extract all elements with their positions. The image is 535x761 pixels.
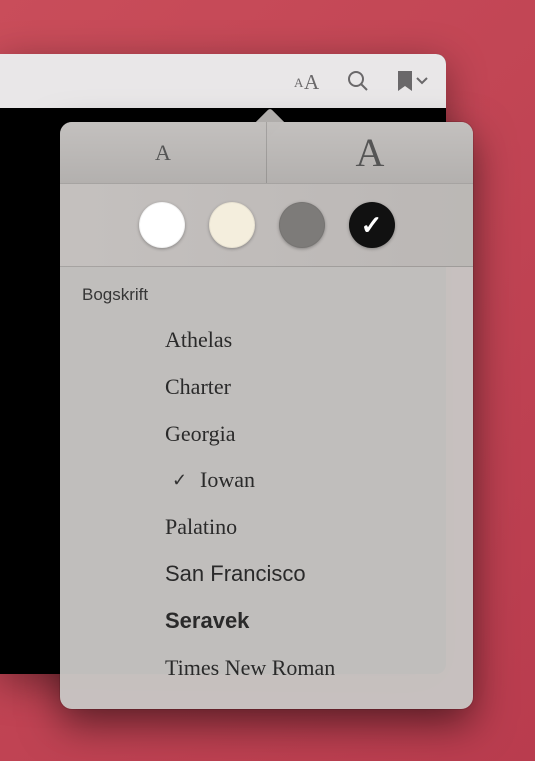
theme-swatch-white[interactable] [139,202,185,248]
appearance-popover: A A Bogskrift Athelas Charter Georgia ✓ Iowa… [60,122,473,709]
font-label: Georgia [165,419,235,450]
font-label: Palatino [165,512,237,543]
increase-text-size-button[interactable]: A [267,122,473,183]
font-item-times-new-roman[interactable]: Times New Roman [60,645,473,692]
appearance-icon[interactable]: A A [290,69,322,93]
decrease-text-size-button[interactable]: A [60,122,267,183]
font-item-charter[interactable]: Charter [60,364,473,411]
svg-text:A: A [294,75,304,90]
increase-text-label: A [356,129,385,176]
font-item-san-francisco[interactable]: San Francisco [60,551,473,598]
font-label: Athelas [165,325,232,356]
font-label: Seravek [165,606,249,637]
theme-swatch-gray[interactable] [279,202,325,248]
font-label: San Francisco [165,559,306,590]
theme-swatch-sepia[interactable] [209,202,255,248]
font-item-georgia[interactable]: Georgia [60,411,473,458]
search-icon[interactable] [346,69,370,93]
bookmark-icon[interactable] [394,69,428,93]
theme-row [60,184,473,267]
font-item-athelas[interactable]: Athelas [60,317,473,364]
font-header: Bogskrift [60,281,473,317]
font-item-seravek[interactable]: Seravek [60,598,473,645]
font-label: Iowan [200,465,255,496]
font-item-palatino[interactable]: Palatino [60,504,473,551]
font-section: Bogskrift Athelas Charter Georgia ✓ Iowan Pal… [60,267,473,709]
font-list: Athelas Charter Georgia ✓ Iowan Palatino San F… [60,317,473,691]
theme-swatch-black[interactable] [349,202,395,248]
decrease-text-label: A [155,140,171,166]
font-label: Charter [165,372,231,403]
text-size-row: A A [60,122,473,184]
titlebar: A A [0,54,446,108]
checkmark-icon: ✓ [172,468,187,493]
font-item-iowan[interactable]: ✓ Iowan [60,457,473,504]
svg-text:A: A [304,70,320,93]
font-label: Times New Roman [165,653,335,684]
